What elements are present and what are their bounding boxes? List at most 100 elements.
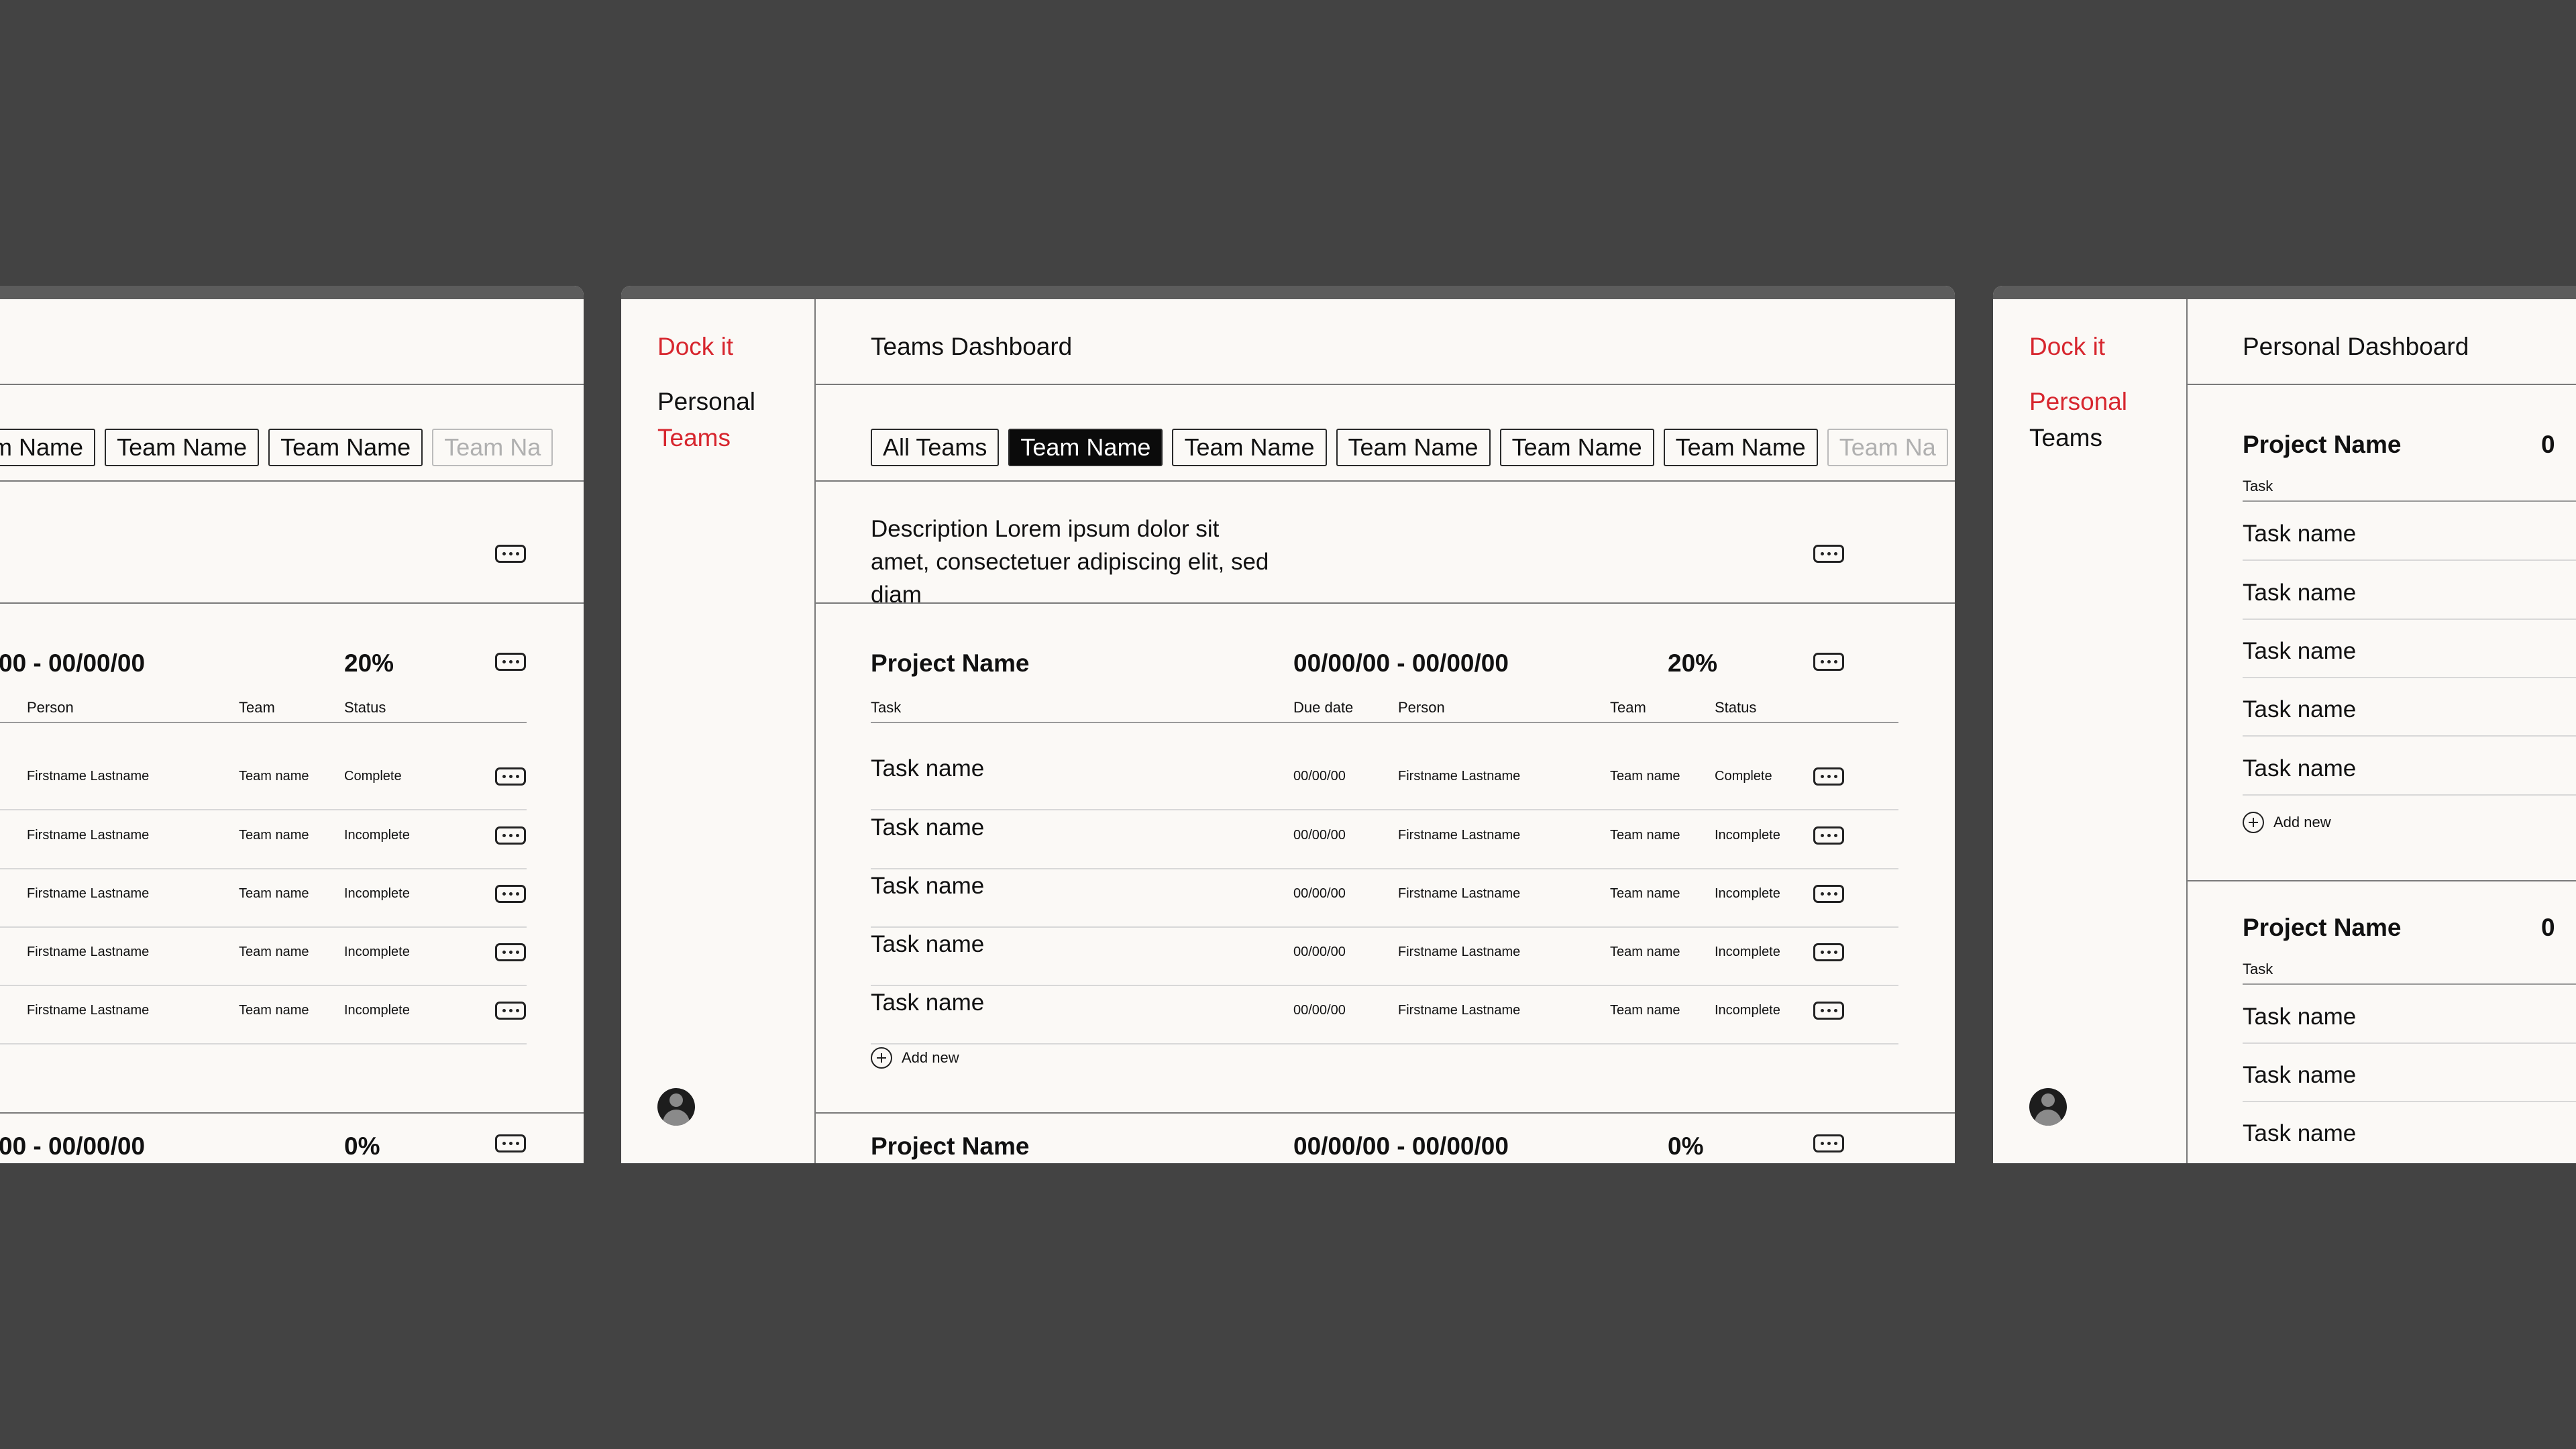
project-name: Project Name (871, 1132, 1030, 1160)
divider (816, 480, 1955, 482)
row-more-icon[interactable] (1813, 767, 1844, 786)
brand-logo[interactable]: Dock it (2029, 333, 2105, 361)
project-dates: 0 (2541, 431, 2555, 458)
tab-team[interactable]: Team Name (1499, 429, 1654, 466)
task-name[interactable]: Task name (2243, 521, 2356, 547)
plus-circle-icon (871, 1047, 892, 1069)
user-avatar-icon[interactable] (2029, 1088, 2067, 1126)
tab-team[interactable]: Team Name (1336, 429, 1491, 466)
row-more-icon[interactable] (495, 767, 526, 786)
team-tabs: eam Name Team Name Team Name Team Na (0, 429, 562, 466)
row-more-icon[interactable] (1813, 943, 1844, 961)
task-name[interactable]: Task name (2243, 696, 2356, 723)
row-more-icon[interactable] (495, 943, 526, 961)
add-new-label: Add new (902, 1049, 959, 1066)
col-person: Person (1398, 699, 1445, 716)
col-status: Status (344, 699, 386, 716)
main-content: Personal Dashboard Project Name 0 Task T… (2188, 299, 2576, 1163)
team-tabs: All Teams Team Name Team Name Team Name … (871, 429, 1955, 466)
task-name: Task name (871, 873, 985, 899)
tab-team[interactable]: Team Name (105, 429, 260, 466)
col-task: Task (871, 699, 902, 716)
col-due-date: Due date (1293, 699, 1354, 716)
divider (2188, 384, 2576, 385)
divider (816, 384, 1955, 385)
teams-dashboard-frame: Dock it Personal Teams Teams Dashboard A… (621, 286, 1955, 1163)
project-dates: 00/00/00 - 00/00/00 (1293, 649, 1509, 677)
project-more-icon[interactable] (1813, 1134, 1844, 1152)
project-more-icon[interactable] (495, 1134, 526, 1152)
col-team: Team (239, 699, 275, 716)
task-name: Task name (871, 814, 985, 841)
tab-all-teams[interactable]: All Teams (871, 429, 1000, 466)
project-percent: 20% (344, 649, 394, 677)
tab-team[interactable]: Team Name (268, 429, 423, 466)
task-name[interactable]: Task name (2243, 1004, 2356, 1030)
project-percent: 20% (1668, 649, 1718, 677)
divider (2188, 880, 2576, 881)
left-dashboard-frame: eam Name Team Name Team Name Team Na 00 … (0, 286, 584, 1163)
nav-teams[interactable]: Teams (657, 424, 731, 452)
tab-team[interactable]: Team Name (1663, 429, 1818, 466)
nav-personal[interactable]: Personal (2029, 388, 2127, 416)
plus-circle-icon (2243, 812, 2264, 833)
sidebar: Dock it Personal Teams (621, 299, 816, 1163)
col-team: Team (1610, 699, 1646, 716)
divider (816, 602, 1955, 604)
row-more-icon[interactable] (495, 826, 526, 845)
project-dates: 0 (2541, 914, 2555, 941)
personal-dashboard-frame: Dock it Personal Teams Personal Dashboar… (1993, 286, 2576, 1163)
more-options-icon[interactable] (1813, 545, 1844, 563)
main-content: Teams Dashboard All Teams Team Name Team… (816, 299, 1955, 1163)
divider (0, 480, 584, 482)
nav-teams[interactable]: Teams (2029, 424, 2102, 452)
project-dates: 00 - 00/00/00 (0, 649, 146, 677)
project-percent: 0% (1668, 1132, 1704, 1160)
project-percent: 0% (344, 1132, 380, 1160)
task-name[interactable]: Task name (2243, 1062, 2356, 1089)
page-title: Personal Dashboard (2243, 333, 2469, 360)
task-name[interactable]: Task name (2243, 755, 2356, 782)
nav-personal[interactable]: Personal (657, 388, 755, 416)
task-name[interactable]: Task name (2243, 1120, 2356, 1147)
col-task: Task (2243, 961, 2273, 977)
divider (0, 602, 584, 604)
col-task: Task (2243, 478, 2273, 494)
task-name: Task name (871, 989, 985, 1016)
divider (0, 1112, 584, 1114)
task-name[interactable]: Task name (2243, 580, 2356, 606)
add-new-button[interactable]: Add new (2243, 812, 2331, 833)
project-more-icon[interactable] (1813, 653, 1844, 671)
tab-team-selected[interactable]: Team Name (1008, 429, 1163, 466)
project-dates: 00 - 00/00/00 (0, 1132, 146, 1160)
tab-team-cut[interactable]: Team Na (432, 429, 553, 466)
brand-logo[interactable]: Dock it (657, 333, 733, 361)
row-more-icon[interactable] (495, 885, 526, 903)
user-avatar-icon[interactable] (657, 1088, 695, 1126)
project-name: Project Name (2243, 914, 2402, 941)
project-name: Project Name (871, 649, 1030, 677)
project-name: Project Name (2243, 431, 2402, 458)
col-person: Person (27, 699, 74, 716)
add-new-button[interactable]: Add new (871, 1047, 959, 1069)
sidebar: Dock it Personal Teams (1993, 299, 2188, 1163)
team-description: Description Lorem ipsum dolor sit amet, … (871, 516, 1269, 608)
divider (816, 1112, 1955, 1114)
row-more-icon[interactable] (495, 1002, 526, 1020)
row-more-icon[interactable] (1813, 826, 1844, 845)
tab-team-cut[interactable]: Team Na (1827, 429, 1948, 466)
task-name[interactable]: Task name (2243, 638, 2356, 665)
project-dates: 00/00/00 - 00/00/00 (1293, 1132, 1509, 1160)
add-new-label: Add new (2273, 814, 2331, 830)
tab-team-cut-left[interactable]: eam Name (0, 429, 96, 466)
divider (0, 384, 584, 385)
task-name: Task name (871, 755, 985, 782)
task-name: Task name (871, 931, 985, 957)
row-more-icon[interactable] (1813, 1002, 1844, 1020)
more-options-icon[interactable] (495, 545, 526, 563)
project-more-icon[interactable] (495, 653, 526, 671)
row-more-icon[interactable] (1813, 885, 1844, 903)
col-status: Status (1715, 699, 1757, 716)
tab-team[interactable]: Team Name (1172, 429, 1327, 466)
page-title: Teams Dashboard (871, 333, 1073, 360)
